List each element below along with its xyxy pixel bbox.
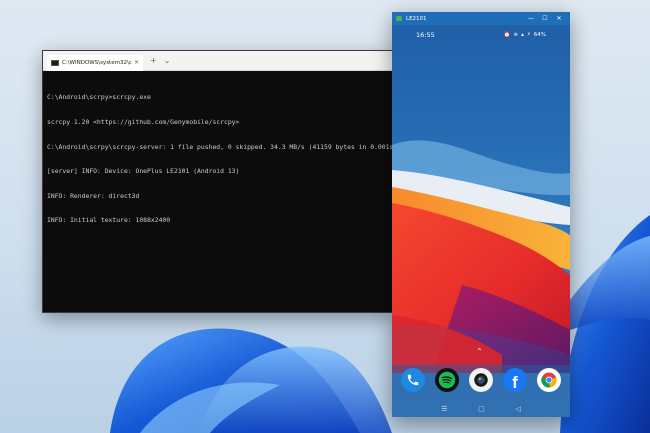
back-button[interactable]: ◁ xyxy=(515,405,520,413)
terminal-output[interactable]: C:\Android\scrpy>scrcpy.exe scrcpy 1.20 … xyxy=(43,71,398,247)
terminal-icon xyxy=(51,59,59,66)
android-icon xyxy=(396,16,402,21)
facebook-letter: f xyxy=(512,372,518,392)
terminal-tab-title: C:\WINDOWS\system32\cmd. xyxy=(62,59,132,66)
terminal-line: scrcpy 1.20 <https://github.com/Genymobi… xyxy=(47,118,240,127)
facebook-app-icon[interactable]: f xyxy=(503,368,527,392)
chrome-app-icon[interactable] xyxy=(537,368,561,392)
terminal-line: INFO: Renderer: direct3d xyxy=(47,191,140,200)
wifi-icon: ≋ xyxy=(513,32,519,38)
minimize-button[interactable]: — xyxy=(524,15,538,22)
status-time: 16:55 xyxy=(416,31,435,39)
alarm-icon: ⏰ xyxy=(503,32,511,38)
phone-titlebar[interactable]: LE2101 — ☐ ✕ xyxy=(392,12,570,25)
app-drawer-chevron-up-icon[interactable]: ⌃ xyxy=(476,348,483,356)
close-tab-icon[interactable]: × xyxy=(134,59,139,66)
tab-dropdown-icon[interactable]: ⌄ xyxy=(164,56,171,65)
terminal-line: [server] INFO: Device: OnePlus LE2101 (A… xyxy=(47,167,240,176)
terminal-window[interactable]: C:\WINDOWS\system32\cmd. × + ⌄ C:\Androi… xyxy=(42,50,398,313)
spotify-app-icon[interactable] xyxy=(435,368,459,392)
terminal-line: C:\Android\scrpy\scrcpy-server: 1 file p… xyxy=(47,142,398,151)
new-tab-button[interactable]: + xyxy=(150,56,157,65)
android-nav-bar: ☰ ▢ ◁ xyxy=(392,400,570,417)
battery-percent: 64% xyxy=(533,32,546,38)
phone-mirror-window[interactable]: LE2101 — ☐ ✕ 16:55 ⏰ ≋ ▴ ⚡ 64% ⌃ f ☰ ▢ ◁ xyxy=(392,12,570,417)
terminal-line: INFO: Initial texture: 1088x2400 xyxy=(47,216,171,225)
phone-app-icon[interactable] xyxy=(401,368,425,392)
phone-screen[interactable] xyxy=(392,25,570,417)
maximize-button[interactable]: ☐ xyxy=(538,15,552,22)
phone-wallpaper xyxy=(392,25,570,417)
terminal-tab[interactable]: C:\WINDOWS\system32\cmd. × xyxy=(47,54,143,71)
app-dock: f xyxy=(392,360,570,400)
signal-icon: ▴ xyxy=(521,32,524,38)
recents-button[interactable]: ☰ xyxy=(441,405,447,413)
terminal-titlebar[interactable]: C:\WINDOWS\system32\cmd. × + ⌄ xyxy=(43,51,393,71)
phone-window-title: LE2101 xyxy=(406,15,427,22)
close-button[interactable]: ✕ xyxy=(552,15,566,22)
camera-app-icon[interactable] xyxy=(469,368,493,392)
phone-status-bar: 16:55 ⏰ ≋ ▴ ⚡ 64% xyxy=(392,30,570,40)
terminal-line: C:\Android\scrpy>scrcpy.exe xyxy=(47,93,151,102)
battery-icon: ⚡ xyxy=(526,32,531,38)
home-button[interactable]: ▢ xyxy=(478,405,485,413)
